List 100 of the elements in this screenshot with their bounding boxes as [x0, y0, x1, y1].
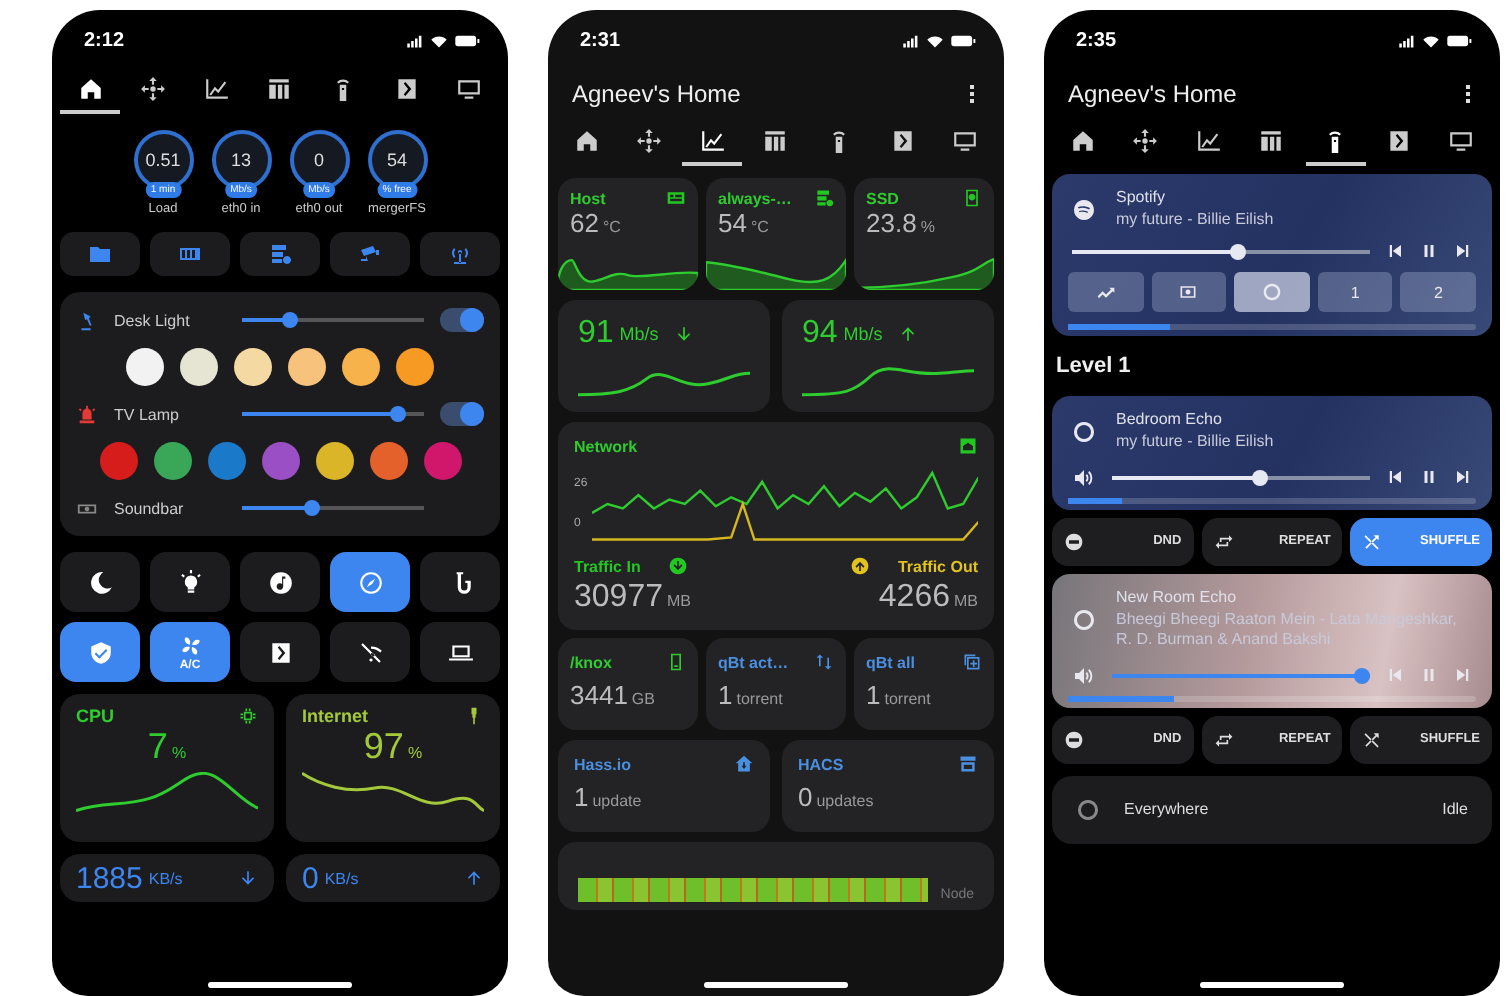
- traffic-value: 30977: [574, 580, 663, 616]
- sensor-unit: %: [920, 218, 935, 236]
- stat-unit: torrent: [736, 690, 783, 708]
- pause-button[interactable]: [1420, 468, 1438, 487]
- toggle-switch[interactable]: [440, 308, 484, 332]
- wifi-icon: [1422, 33, 1440, 47]
- next-button[interactable]: [1454, 468, 1472, 487]
- source-button[interactable]: 1: [1317, 272, 1393, 313]
- shortcut-button[interactable]: [240, 232, 320, 276]
- toggle-button[interactable]: [60, 552, 140, 612]
- columns-icon: [1258, 127, 1285, 153]
- toggle-button[interactable]: [330, 552, 410, 612]
- source-button[interactable]: 2: [1400, 272, 1476, 313]
- battery-icon: [454, 33, 480, 47]
- source-button[interactable]: [1151, 272, 1227, 313]
- line-chart-icon: [1195, 127, 1222, 153]
- toggle-button[interactable]: [420, 552, 500, 612]
- color-swatch[interactable]: [261, 442, 299, 480]
- columns-icon: [762, 127, 789, 153]
- signal-icon: [902, 33, 920, 47]
- gauge-value: 13: [230, 150, 251, 170]
- home-indicator: [704, 982, 848, 988]
- pause-icon: [1420, 468, 1438, 487]
- stat-value: 1: [718, 680, 733, 710]
- sensor-value: 97: [363, 726, 404, 768]
- home-indicator: [1200, 982, 1344, 988]
- home-indicator: [208, 982, 352, 988]
- chevron-box-icon: [393, 75, 420, 101]
- laptop-icon: [447, 639, 473, 665]
- home-title: Agneev's Home: [1068, 80, 1237, 108]
- stat-unit: torrent: [884, 690, 931, 708]
- shortcut-button[interactable]: [330, 232, 410, 276]
- color-swatch[interactable]: [99, 442, 137, 480]
- signal-icon: [1398, 33, 1416, 47]
- shortcut-button[interactable]: [150, 232, 230, 276]
- up-down-arrows-icon: [814, 652, 834, 672]
- traffic-unit: MB: [667, 592, 691, 610]
- toggle-button[interactable]: [60, 622, 140, 682]
- status-time: 2:31: [580, 29, 621, 51]
- toggle-button[interactable]: [240, 552, 320, 612]
- ring-icon: [1072, 420, 1096, 445]
- antenna-icon: [448, 242, 472, 266]
- color-swatch[interactable]: [234, 348, 272, 386]
- color-swatch[interactable]: [180, 348, 218, 386]
- track-title: my future - Billie Eilish: [1116, 432, 1274, 454]
- traffic-label: Traffic In: [574, 557, 641, 575]
- bulb-icon: [177, 569, 203, 595]
- color-swatch[interactable]: [207, 442, 245, 480]
- player-status: Idle: [1442, 800, 1468, 819]
- traffic-unit: MB: [954, 592, 978, 610]
- speed-unit: KB/s: [148, 869, 185, 887]
- sensor-unit: %: [407, 744, 423, 762]
- line-chart-icon: [203, 75, 230, 101]
- color-swatch[interactable]: [126, 348, 164, 386]
- camera-icon: [358, 242, 382, 266]
- move-arrows-icon: [140, 75, 167, 101]
- toggle-button[interactable]: [330, 622, 410, 682]
- next-icon: [1454, 468, 1472, 487]
- sensor-title: always-…: [718, 189, 792, 207]
- color-swatch[interactable]: [315, 442, 353, 480]
- color-swatch[interactable]: [369, 442, 407, 480]
- shortcut-button[interactable]: [60, 232, 140, 276]
- speed-unit: Mb/s: [843, 324, 883, 344]
- toggle-button[interactable]: [240, 622, 320, 682]
- previous-button[interactable]: [1386, 242, 1404, 261]
- previous-button[interactable]: [1386, 468, 1404, 487]
- next-button[interactable]: [1454, 242, 1472, 261]
- speed-value: 0: [302, 861, 319, 895]
- status-time: 2:35: [1076, 29, 1117, 51]
- card-title: qBt act…: [718, 653, 789, 671]
- sensor-value: 54: [718, 208, 747, 238]
- ring-icon: [1072, 607, 1096, 632]
- previous-icon: [1386, 242, 1404, 261]
- pause-button[interactable]: [1420, 242, 1438, 261]
- toggle-button[interactable]: [420, 622, 500, 682]
- card-title: qBt all: [866, 653, 915, 671]
- card-title: /knox: [570, 653, 612, 671]
- track-title: my future - Billie Eilish: [1116, 210, 1274, 231]
- source-button[interactable]: [1234, 272, 1310, 313]
- fan-icon: [177, 633, 203, 659]
- chip-icon: [238, 706, 258, 726]
- line-chart-icon: [699, 127, 726, 153]
- server-icon: [268, 242, 292, 266]
- shortcut-button[interactable]: [420, 232, 500, 276]
- toggle-switch[interactable]: [440, 402, 484, 426]
- speed-unit: KB/s: [324, 869, 361, 887]
- crossed-signal-icon: [357, 639, 383, 665]
- chevron-box-icon: [267, 639, 293, 665]
- sensor-unit: %: [171, 744, 187, 762]
- stat-value: 3441: [570, 680, 628, 710]
- house-arrow-icon: [734, 754, 754, 774]
- color-swatch[interactable]: [153, 442, 191, 480]
- player-name: Bedroom Echo: [1116, 410, 1224, 429]
- color-swatch[interactable]: [288, 348, 326, 386]
- color-swatch[interactable]: [423, 442, 461, 480]
- color-swatch[interactable]: [342, 348, 380, 386]
- player-name: Everywhere: [1124, 800, 1211, 819]
- compass-icon: [357, 569, 383, 595]
- toggle-button[interactable]: [150, 552, 230, 612]
- color-swatch[interactable]: [396, 348, 434, 386]
